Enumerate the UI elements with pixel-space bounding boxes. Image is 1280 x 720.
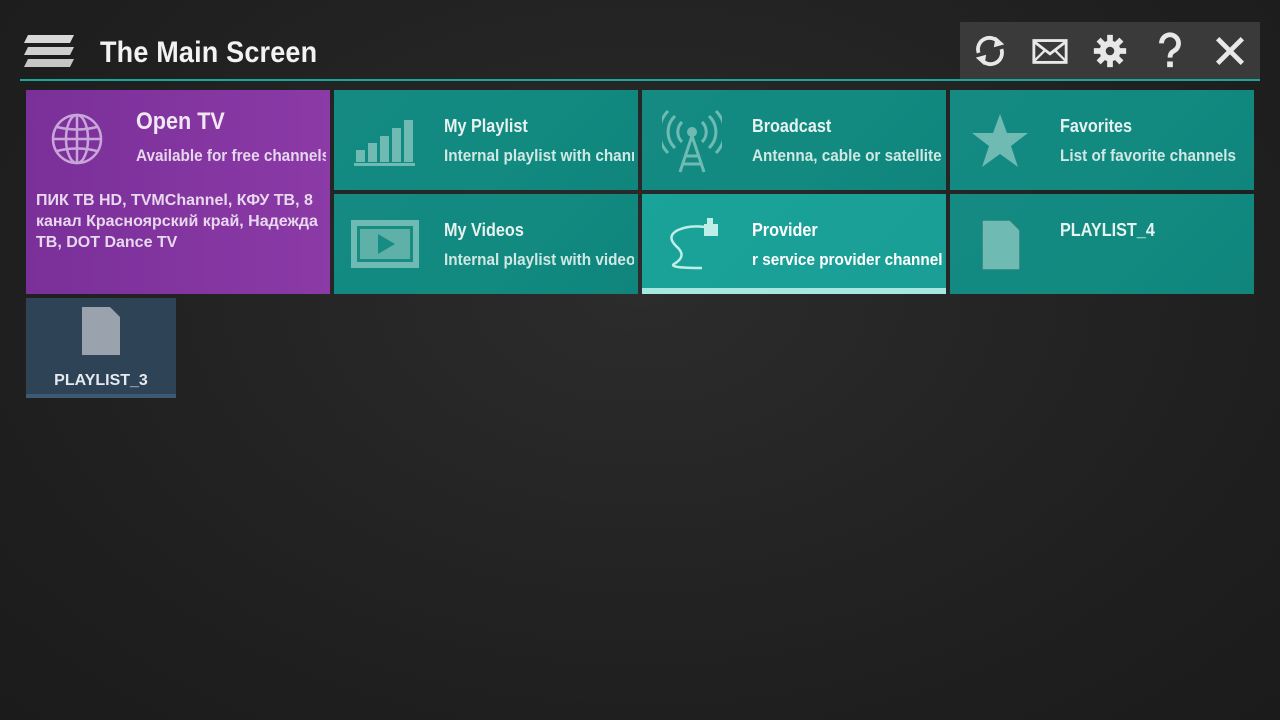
tile-title: Broadcast [752,116,832,136]
signal-bars-icon [354,116,416,171]
tile-subtitle: Internal playlist with channels [444,146,634,165]
antenna-tower-icon [657,109,727,179]
tile-title: My Videos [444,220,524,240]
toolbar [960,22,1260,79]
tile-title: Favorites [1060,116,1133,136]
hamburger-stack-icon[interactable] [24,33,76,71]
header-divider [20,79,1260,81]
selection-indicator [642,288,946,294]
page-title: The Main Screen [100,36,318,69]
ethernet-cable-icon [662,214,724,279]
gear-icon [1093,34,1127,67]
video-play-icon [351,220,419,273]
tile-subtitle: Antenna, cable or satellite [752,146,942,165]
mail-button[interactable] [1026,27,1074,75]
tile-subtitle: Internal playlist with videos [444,250,634,269]
help-icon [1159,31,1181,67]
tile-title: PLAYLIST_4 [1060,220,1155,240]
tile-my-videos[interactable]: My Videos Internal playlist with videos [334,194,638,294]
tile-provider[interactable]: Provider r service provider channels [642,194,946,294]
tile-title: PLAYLIST_3 [54,372,148,389]
settings-button[interactable] [1086,27,1134,75]
star-icon [970,112,1030,175]
tile-subtitle: r service provider channels [752,250,942,269]
tile-subtitle: Available for free channels [136,146,326,165]
tile-open-tv[interactable]: Open TV Available for free channels ПИК … [26,90,330,294]
tile-bottom-bar [26,394,176,398]
globe-icon [50,112,104,171]
close-button[interactable] [1206,27,1254,75]
tile-favorites[interactable]: Favorites List of favorite channels [950,90,1254,190]
tile-my-playlist[interactable]: My Playlist Internal playlist with chann… [334,90,638,190]
tile-subtitle: List of favorite channels [1060,146,1236,165]
tile-playlist-3[interactable]: PLAYLIST_3 [26,298,176,398]
help-button[interactable] [1146,27,1194,75]
tile-title: My Playlist [444,116,528,136]
mail-icon [1032,38,1068,64]
tile-title: Open TV [136,108,225,135]
tile-title: Provider [752,220,818,240]
tile-broadcast[interactable]: Broadcast Antenna, cable or satellite [642,90,946,190]
close-icon [1215,36,1245,65]
refresh-icon [975,35,1005,66]
channel-list-text: ПИК ТВ HD, TVMChannel, КФУ ТВ, 8 канал К… [36,192,318,251]
main-screen: The Main Screen Open TV Available for fr… [0,0,1280,720]
document-icon [981,219,1021,275]
document-icon [82,307,120,360]
tile-playlist-4[interactable]: PLAYLIST_4 [950,194,1254,294]
refresh-button[interactable] [966,27,1014,75]
